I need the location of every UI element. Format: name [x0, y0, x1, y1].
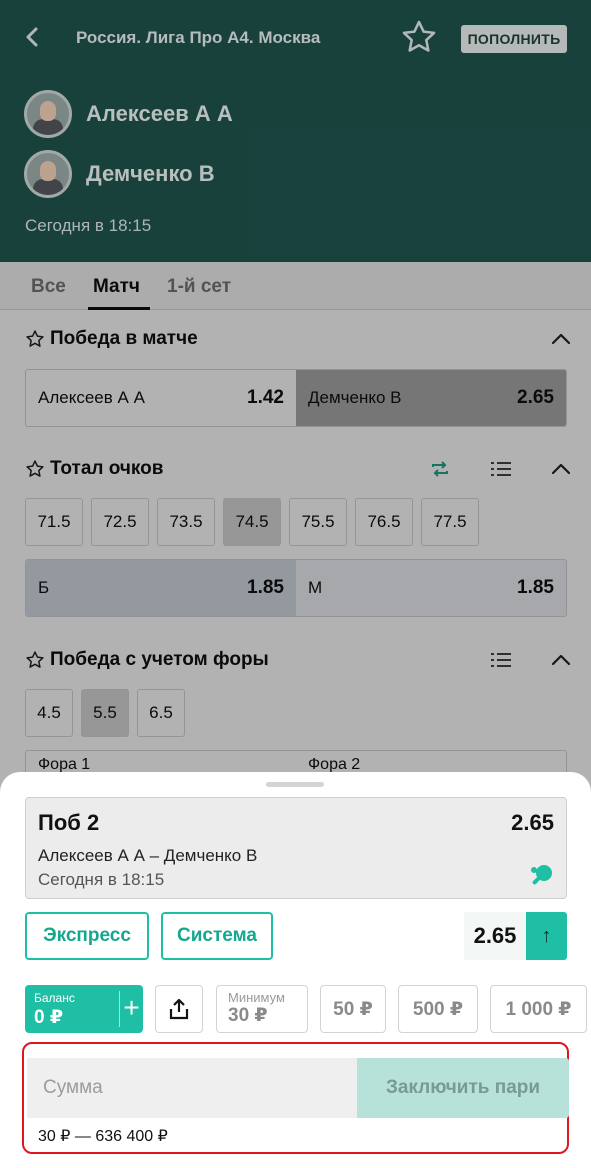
overlay-dim	[0, 0, 591, 262]
express-button[interactable]: Экспресс	[25, 912, 149, 960]
balance-value: 0 ₽	[34, 1007, 64, 1028]
bet-selection: Поб 2	[38, 810, 100, 835]
system-button[interactable]: Система	[161, 912, 273, 960]
amount-min-label: Минимум	[228, 990, 285, 1005]
bet-odd: 2.65	[511, 810, 554, 835]
betslip-sheet: Поб 2 2.65 Алексеев А А – Демченко В Сег…	[0, 772, 591, 1168]
share-icon[interactable]	[155, 985, 203, 1033]
total-odd: 2.65	[464, 912, 526, 960]
amount-min-value: 30 ₽	[228, 1005, 268, 1026]
drag-handle[interactable]	[266, 782, 324, 787]
table-tennis-icon	[531, 865, 552, 885]
stake-input[interactable]	[27, 1058, 357, 1118]
amount-1000-button[interactable]: 1 000 ₽	[490, 985, 587, 1033]
odds-up-button[interactable]: ↑	[526, 912, 567, 960]
bet-card: Поб 2 2.65 Алексеев А А – Демченко В Сег…	[25, 797, 567, 899]
stake-range: 30 ₽ — 636 400 ₽	[38, 1128, 168, 1145]
balance-button[interactable]: Баланс 0 ₽ +	[25, 985, 143, 1033]
place-bet-button[interactable]: Заключить пари	[357, 1058, 569, 1118]
bet-match: Алексеев А А – Демченко В	[38, 846, 258, 865]
stake-box-highlight: Заключить пари 30 ₽ — 636 400 ₽	[22, 1042, 569, 1154]
amount-min-button[interactable]: Минимум 30 ₽	[216, 985, 308, 1033]
amount-50-button[interactable]: 50 ₽	[320, 985, 386, 1033]
plus-icon[interactable]: +	[120, 985, 143, 1033]
balance-label: Баланс	[34, 991, 75, 1005]
amount-500-button[interactable]: 500 ₽	[398, 985, 478, 1033]
bet-date: Сегодня в 18:15	[38, 870, 165, 889]
